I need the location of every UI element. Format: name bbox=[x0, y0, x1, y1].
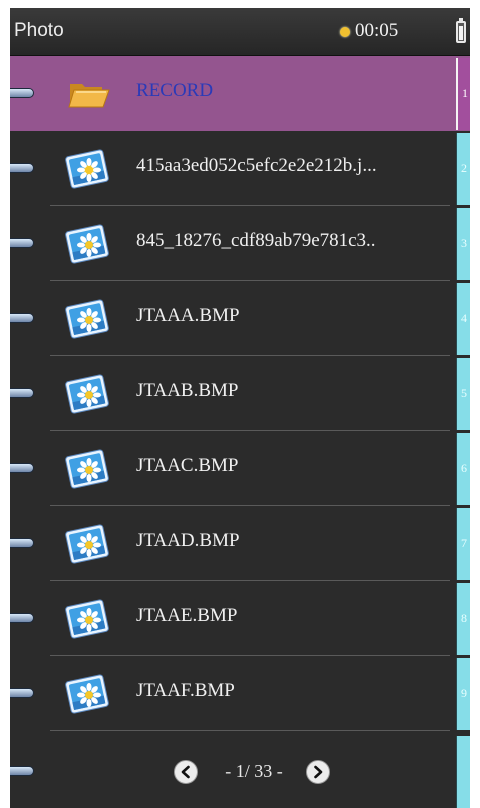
binder-ring-icon bbox=[10, 388, 34, 398]
index-tab-number: 5 bbox=[461, 386, 467, 400]
binder-ring-icon bbox=[10, 538, 34, 548]
clock-icon bbox=[340, 27, 350, 37]
list-item-file[interactable]: 415aa3ed052c5efc2e2e212b.j... bbox=[10, 131, 470, 206]
item-label: JTAAC.BMP bbox=[136, 455, 239, 476]
index-tab[interactable]: 8 bbox=[456, 583, 470, 655]
index-tab bbox=[456, 736, 470, 808]
photo-icon bbox=[65, 299, 109, 339]
index-tab[interactable]: 7 bbox=[456, 508, 470, 580]
index-tab-number: 4 bbox=[461, 311, 467, 325]
binder-ring-icon bbox=[10, 238, 34, 248]
index-tab[interactable]: 6 bbox=[456, 433, 470, 505]
chevron-right-icon bbox=[314, 765, 323, 779]
index-tab-number: 8 bbox=[461, 611, 467, 625]
item-label: 415aa3ed052c5efc2e2e212b.j... bbox=[136, 155, 377, 176]
photo-icon bbox=[65, 224, 109, 264]
photo-icon bbox=[65, 449, 109, 489]
binder-ring-icon bbox=[10, 88, 34, 98]
page-indicator: - 1/ 33 - bbox=[225, 761, 283, 781]
item-label: RECORD bbox=[136, 80, 214, 101]
item-label: JTAAF.BMP bbox=[136, 680, 235, 701]
item-label: JTAAE.BMP bbox=[136, 605, 238, 626]
index-tab[interactable]: 5 bbox=[456, 358, 470, 430]
index-tab-number: 7 bbox=[461, 536, 467, 550]
index-tab-number: 6 bbox=[461, 461, 467, 475]
list-item-file[interactable]: JTAAA.BMP bbox=[10, 281, 470, 356]
photo-icon bbox=[65, 674, 109, 714]
binder-ring-icon bbox=[10, 766, 34, 776]
index-tab-number: 1 bbox=[462, 86, 468, 100]
photo-icon bbox=[65, 374, 109, 414]
item-label: JTAAD.BMP bbox=[136, 530, 240, 551]
file-list: RECORD 415aa3ed052c5efc2e2e212b.j... 845… bbox=[10, 56, 470, 736]
binder-ring-icon bbox=[10, 163, 34, 173]
battery-icon bbox=[456, 18, 466, 43]
index-tab[interactable]: 1 bbox=[456, 58, 470, 130]
list-item-record[interactable]: RECORD bbox=[10, 56, 470, 131]
list-item-file[interactable]: JTAAF.BMP bbox=[10, 656, 470, 731]
next-page-button[interactable] bbox=[306, 760, 330, 784]
index-tab[interactable]: 4 bbox=[456, 283, 470, 355]
list-item-file[interactable]: 845_18276_cdf89ab79e781c3.. bbox=[10, 206, 470, 281]
item-label: JTAAA.BMP bbox=[136, 305, 240, 326]
binder-ring-icon bbox=[10, 613, 34, 623]
clock-time: 00:05 bbox=[355, 20, 399, 41]
index-tab-number: 2 bbox=[461, 161, 467, 175]
binder-ring-icon bbox=[10, 313, 34, 323]
item-label: 845_18276_cdf89ab79e781c3.. bbox=[136, 230, 376, 251]
index-tab[interactable]: 2 bbox=[456, 133, 470, 205]
row-divider bbox=[50, 730, 450, 731]
index-tab-number: 3 bbox=[461, 236, 467, 250]
prev-page-button[interactable] bbox=[174, 760, 198, 784]
list-item-file[interactable]: JTAAE.BMP bbox=[10, 581, 470, 656]
pager-bar: - 1/ 33 - bbox=[10, 736, 470, 808]
status-bar: Photo 00:05 bbox=[10, 8, 470, 56]
list-item-file[interactable]: JTAAB.BMP bbox=[10, 356, 470, 431]
folder-icon bbox=[68, 84, 110, 108]
index-tab[interactable]: 9 bbox=[456, 658, 470, 730]
index-tab[interactable]: 3 bbox=[456, 208, 470, 280]
list-item-file[interactable]: JTAAC.BMP bbox=[10, 431, 470, 506]
index-tab-number: 9 bbox=[461, 686, 467, 700]
list-item-file[interactable]: JTAAD.BMP bbox=[10, 506, 470, 581]
app-title: Photo bbox=[14, 20, 64, 41]
photo-browser-screen: Photo 00:05 RECORD 415aa3ed052c5efc2e2e2… bbox=[10, 8, 470, 808]
binder-ring-icon bbox=[10, 463, 34, 473]
chevron-left-icon bbox=[181, 765, 190, 779]
item-label: JTAAB.BMP bbox=[136, 380, 239, 401]
photo-icon bbox=[65, 599, 109, 639]
binder-ring-icon bbox=[10, 688, 34, 698]
photo-icon bbox=[65, 524, 109, 564]
photo-icon bbox=[65, 149, 109, 189]
